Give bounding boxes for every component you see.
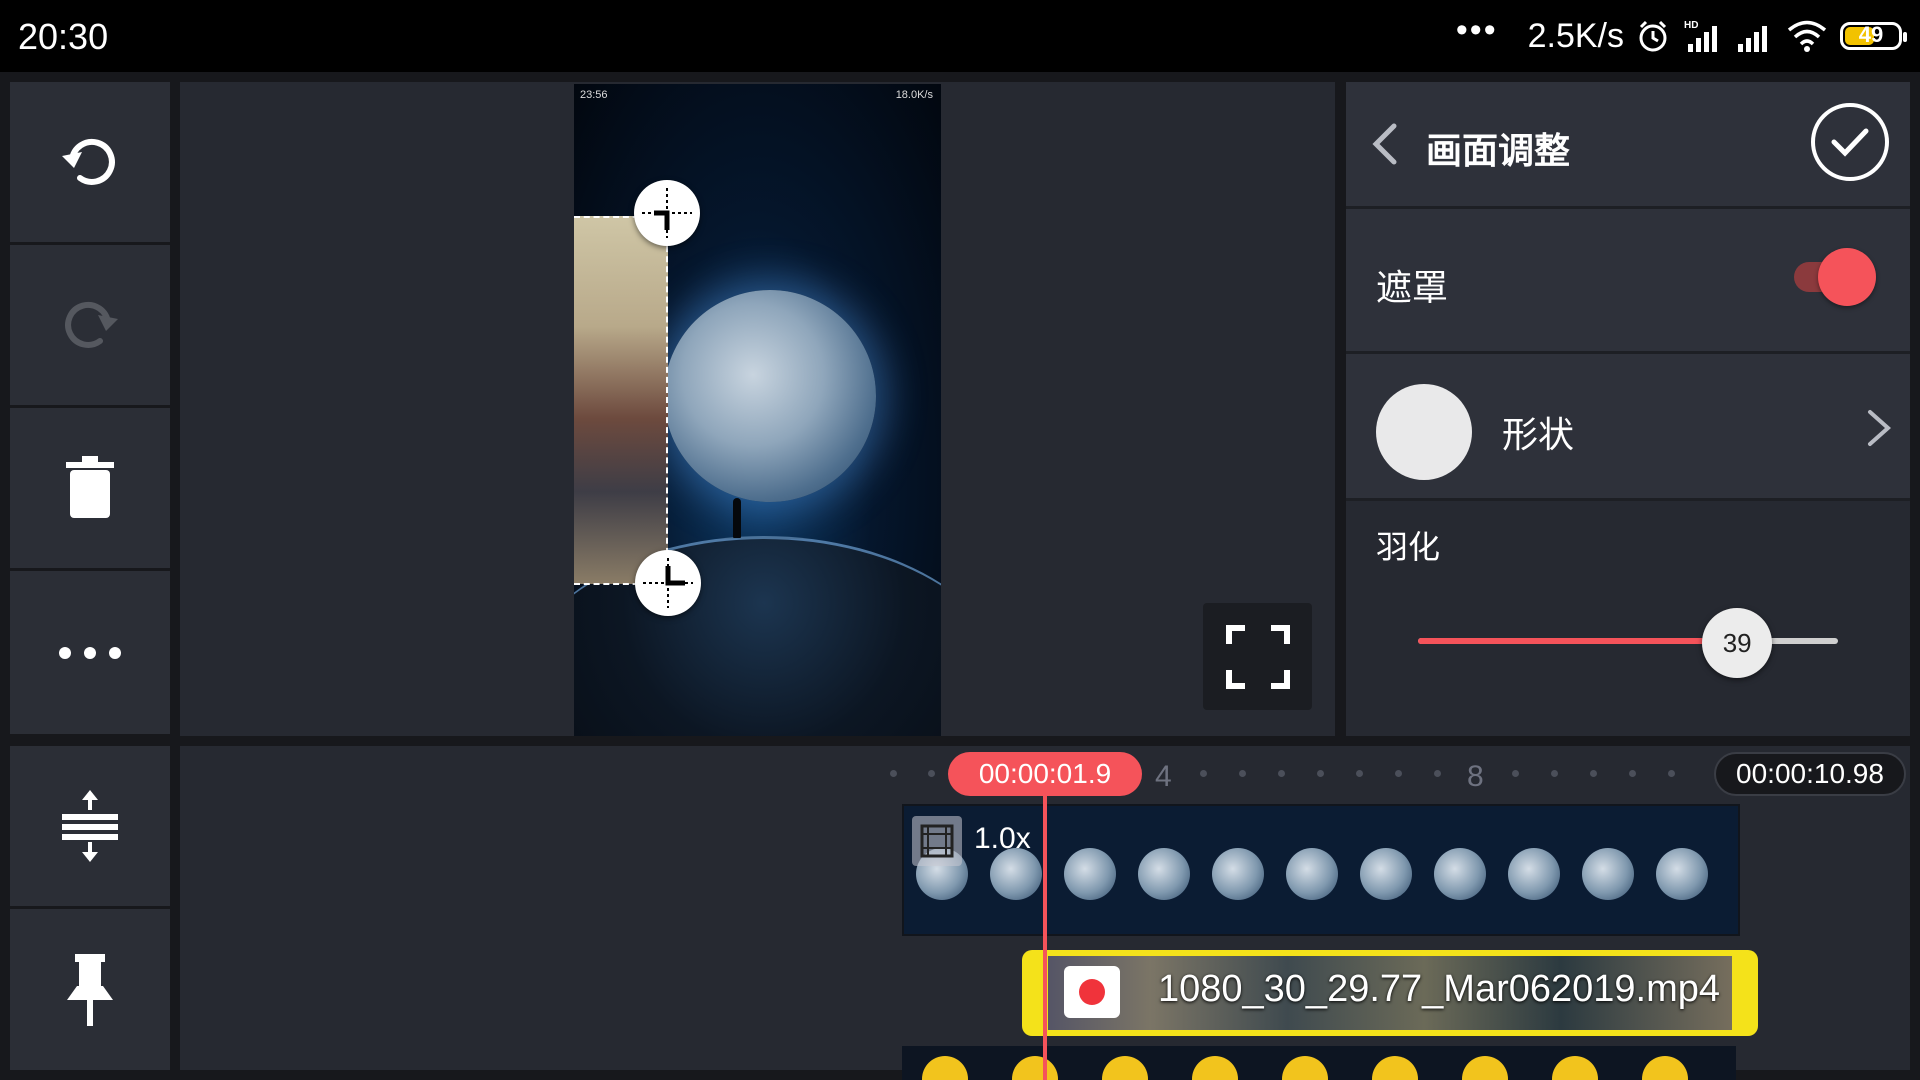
clip-thumbnail — [1064, 848, 1116, 900]
status-icons: ••• 2.5K/s HD 49 — [1455, 10, 1907, 58]
timeline-dot — [1317, 770, 1324, 777]
overlay-clip-name: 1080_30_29.77_Mar062019.mp4 — [1158, 968, 1721, 1010]
timeline-dot — [928, 770, 935, 777]
back-icon[interactable] — [1370, 122, 1400, 166]
clip-thumbnail — [1138, 848, 1190, 900]
total-time-badge: 00:00:10.98 — [1714, 752, 1906, 796]
track-marker — [922, 1056, 968, 1080]
preview-speed: 18.0K/s — [895, 89, 933, 101]
chevron-right-icon — [1868, 410, 1892, 446]
audio-track-clip[interactable] — [902, 1046, 1736, 1080]
timeline-dot — [1278, 770, 1285, 777]
check-icon — [1831, 128, 1869, 157]
track-marker — [1372, 1056, 1418, 1080]
trash-icon — [66, 456, 114, 518]
timeline-dot — [1590, 770, 1597, 777]
preview-time: 23:56 — [580, 89, 608, 101]
mask-row: 遮罩 — [1346, 209, 1910, 354]
undo-button[interactable] — [10, 82, 170, 242]
battery-icon: 49 — [1840, 22, 1907, 50]
feather-slider-track[interactable] — [1418, 638, 1838, 644]
signal-icon — [1738, 26, 1767, 52]
track-marker — [1012, 1056, 1058, 1080]
pin-icon — [67, 953, 113, 1026]
svg-text:HD: HD — [1684, 20, 1698, 31]
clip-thumbnail — [1582, 848, 1634, 900]
wifi-icon — [1787, 20, 1827, 52]
timeline-dot — [1668, 770, 1675, 777]
masked-overlay-image — [574, 216, 668, 584]
panel-title: 画面调整 — [1426, 131, 1571, 172]
timeline-dot — [1239, 770, 1246, 777]
record-icon — [1064, 966, 1120, 1018]
mask-right-edge — [666, 216, 668, 584]
track-marker — [1102, 1056, 1148, 1080]
clip-thumbnail — [1360, 848, 1412, 900]
track-marker — [1642, 1056, 1688, 1080]
timeline-tick-8: 8 — [1467, 760, 1484, 793]
fullscreen-icon — [1225, 624, 1290, 689]
status-dots: ••• — [1455, 10, 1498, 49]
mask-toggle[interactable] — [1794, 248, 1876, 306]
timeline-dot — [1200, 770, 1207, 777]
track-marker — [1282, 1056, 1328, 1080]
main-video-clip[interactable]: 1.0x — [902, 804, 1740, 936]
video-preview[interactable]: 23:56 18.0K/s — [574, 84, 941, 736]
timeline-dot — [1395, 770, 1402, 777]
overlay-video-clip[interactable]: 1080_30_29.77_Mar062019.mp4 — [1022, 950, 1758, 1036]
film-icon — [912, 816, 962, 866]
timeline-dot — [1629, 770, 1636, 777]
delete-button[interactable] — [10, 408, 170, 568]
panel-header: 画面调整 — [1346, 82, 1910, 209]
playhead[interactable] — [1043, 796, 1047, 1080]
timeline-dot — [1512, 770, 1519, 777]
fullscreen-button[interactable] — [1203, 603, 1312, 710]
timeline-dot — [1356, 770, 1363, 777]
shape-row[interactable]: 形状 — [1346, 354, 1910, 501]
moon-image — [664, 290, 876, 502]
more-button[interactable] — [10, 571, 170, 734]
redo-button[interactable] — [10, 245, 170, 405]
network-speed: 2.5K/s — [1527, 16, 1624, 55]
alarm-icon — [1639, 20, 1667, 52]
track-marker — [1192, 1056, 1238, 1080]
track-marker — [1552, 1056, 1598, 1080]
status-time: 20:30 — [18, 16, 109, 57]
expand-tracks-button[interactable] — [10, 746, 170, 906]
battery-level: 49 — [1858, 22, 1884, 47]
status-bar: 20:30 ••• 2.5K/s HD 49 — [0, 0, 1920, 72]
mask-handle-top[interactable] — [634, 180, 700, 246]
expand-vertical-icon — [62, 790, 118, 862]
shape-circle-icon — [1376, 384, 1472, 480]
mask-label: 遮罩 — [1376, 268, 1449, 309]
person-silhouette — [733, 498, 741, 538]
clip-thumbnail — [1286, 848, 1338, 900]
corner-handle-icon — [643, 558, 693, 608]
feather-slider-fill — [1418, 638, 1738, 644]
current-time-badge: 00:00:01.9 — [948, 752, 1142, 796]
clip-speed: 1.0x — [974, 822, 1031, 855]
more-icon — [59, 646, 121, 659]
preview-status-bar: 23:56 18.0K/s — [574, 84, 941, 106]
clip-thumbnail — [1434, 848, 1486, 900]
timeline-dot — [1551, 770, 1558, 777]
corner-handle-icon — [642, 188, 692, 238]
feather-label: 羽化 — [1376, 528, 1441, 566]
undo-icon — [62, 138, 115, 185]
clip-thumbnail — [1212, 848, 1264, 900]
shape-label: 形状 — [1502, 415, 1575, 456]
clip-thumbnail — [1656, 848, 1708, 900]
timeline-dot — [890, 770, 897, 777]
mask-handle-bottom[interactable] — [635, 550, 701, 616]
picture-adjust-panel: 画面调整 遮罩 形状 羽化 39 — [1346, 82, 1910, 736]
feather-slider-knob[interactable]: 39 — [1702, 608, 1773, 678]
clip-thumbnail — [1508, 848, 1560, 900]
hd-signal-icon: HD — [1684, 20, 1717, 52]
timeline-dot — [1434, 770, 1441, 777]
timeline-tick-4: 4 — [1155, 760, 1172, 793]
track-marker — [1462, 1056, 1508, 1080]
pin-button[interactable] — [10, 909, 170, 1070]
confirm-button[interactable] — [1811, 103, 1889, 181]
redo-icon — [65, 301, 118, 348]
